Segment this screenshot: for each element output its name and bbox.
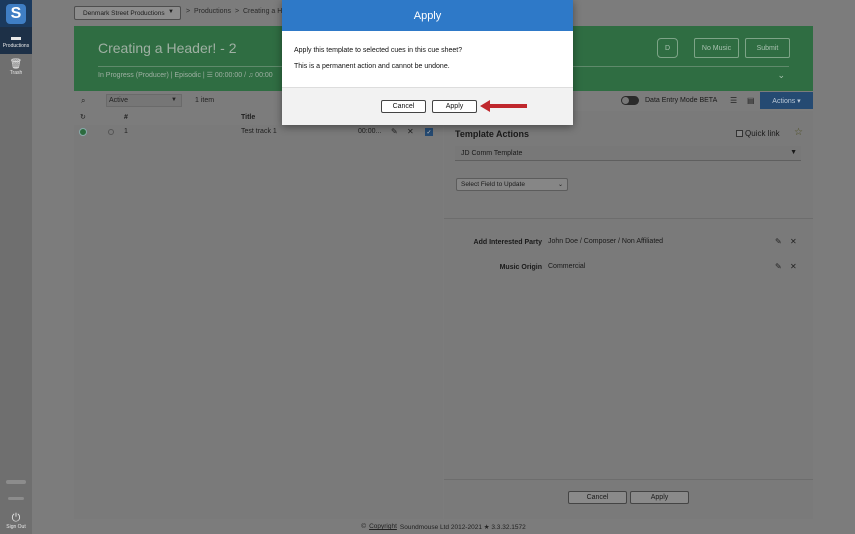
nav-item-label: Trash: [9, 70, 23, 76]
nav-item-label: Productions: [2, 43, 30, 49]
edit-icon[interactable]: ✎: [775, 237, 782, 246]
row-checkbox[interactable]: ✓: [425, 128, 433, 136]
production-select[interactable]: Denmark Street Productions ▼: [74, 6, 181, 20]
column-title[interactable]: Title: [241, 114, 255, 121]
property-label: Music Origin: [499, 264, 542, 271]
row-number: 1: [124, 128, 128, 135]
folder-icon: ▬: [11, 32, 21, 43]
caret-down-icon: ▼: [168, 9, 174, 15]
dialog-title: Apply: [282, 0, 573, 31]
status-dot: [79, 128, 87, 136]
panel-divider: [444, 479, 813, 480]
sign-out-label: Sign Out: [6, 524, 26, 530]
nav-item-productions[interactable]: ▬ Productions: [0, 27, 32, 54]
field-select[interactable]: Select Field to Update ⌄: [456, 178, 568, 191]
panel-apply-button[interactable]: Apply: [630, 491, 689, 504]
template-select[interactable]: JD Comm Template ▼: [455, 146, 801, 161]
star-icon[interactable]: ☆: [794, 127, 803, 138]
apply-dialog: Apply Apply this template to selected cu…: [282, 0, 573, 125]
data-entry-mode-toggle[interactable]: [621, 96, 639, 105]
nav-item-trash[interactable]: 🗑 Trash: [0, 54, 32, 81]
dialog-footer: Cancel Apply: [282, 87, 573, 125]
dialog-body: Apply this template to selected cues in …: [282, 31, 573, 87]
close-icon[interactable]: ✕: [790, 262, 797, 271]
footer-text: Soundmouse Ltd 2012-2021 ★ 3.3.32.1572: [399, 523, 526, 531]
left-nav: S ▬ Productions 🗑 Trash ⏻ Sign Out: [0, 0, 32, 534]
app-logo[interactable]: S: [0, 0, 32, 27]
quick-link-checkbox[interactable]: Quick link: [736, 129, 780, 138]
breadcrumb-separator: >: [235, 8, 240, 15]
panel-divider: [444, 218, 813, 219]
status-select-value: Active: [109, 97, 129, 104]
production-select-value: Denmark Street Productions: [83, 9, 165, 17]
grid-view-icon[interactable]: ▤: [747, 96, 755, 105]
close-icon[interactable]: ✕: [790, 237, 797, 246]
breadcrumb-separator: >: [186, 8, 191, 15]
caret-down-icon: ▼: [790, 149, 797, 156]
property-value: John Doe / Composer / Non Affiliated: [548, 238, 664, 245]
actions-button[interactable]: Actions ▾: [760, 92, 813, 109]
chevron-down-icon: ⌄: [557, 182, 563, 188]
checkbox-box[interactable]: [736, 130, 743, 137]
footer: © Copyright Soundmouse Ltd 2012-2021 ★ 3…: [32, 519, 855, 534]
row-duration: 00:00...: [358, 128, 382, 135]
item-count: 1 item: [195, 97, 215, 104]
copyright-symbol: ©: [361, 523, 367, 530]
edit-icon[interactable]: ✎: [775, 262, 782, 271]
panel-cancel-button[interactable]: Cancel: [568, 491, 627, 504]
dialog-cancel-button[interactable]: Cancel: [381, 100, 426, 113]
header-meta: In Progress (Producer) | Episodic | ☰ 00…: [98, 72, 273, 79]
table-row[interactable]: 1 Test track 1 00:00... ✎ ✕ ✓: [74, 125, 443, 139]
search-icon[interactable]: ⌕: [81, 96, 85, 106]
close-icon[interactable]: ✕: [407, 127, 414, 136]
property-value: Commercial: [548, 263, 586, 270]
power-icon: ⏻: [11, 512, 21, 524]
submit-button[interactable]: Submit: [745, 38, 790, 58]
caret-down-icon: ▼: [171, 97, 177, 103]
blurred-user-detail: [8, 497, 24, 500]
field-select-value: Select Field to Update: [461, 181, 525, 188]
panel-title: Template Actions: [455, 129, 530, 139]
row-radio[interactable]: [108, 129, 114, 135]
chevron-double-down-icon[interactable]: ⌄: [777, 70, 785, 81]
dialog-message: Apply this template to selected cues in …: [294, 47, 463, 54]
column-number[interactable]: #: [124, 114, 128, 121]
copyright-link[interactable]: Copyright: [369, 523, 397, 530]
logo-icon: S: [6, 3, 26, 24]
quick-link-label: Quick link: [745, 129, 780, 138]
sign-out-button[interactable]: ⏻ Sign Out: [0, 512, 32, 530]
d-button[interactable]: D: [657, 38, 678, 58]
breadcrumb-current: Creating a H: [243, 8, 283, 15]
trash-icon: 🗑: [9, 59, 23, 70]
breadcrumb-productions[interactable]: Productions: [194, 8, 231, 15]
red-arrow-annotation: [480, 100, 527, 112]
no-music-button[interactable]: No Music: [694, 38, 739, 58]
property-label: Add Interested Party: [473, 239, 542, 246]
dialog-warning: This is a permanent action and cannot be…: [294, 63, 450, 70]
status-select[interactable]: Active ▼: [106, 94, 182, 107]
blurred-user-name: [6, 480, 26, 484]
page-title: Creating a Header! - 2: [98, 40, 237, 56]
edit-icon[interactable]: ✎: [391, 127, 398, 136]
refresh-icon[interactable]: ↻: [80, 113, 86, 121]
data-entry-mode-label: Data Entry Mode BETA: [645, 97, 718, 104]
list-view-icon[interactable]: ☰: [730, 96, 737, 105]
cue-list-area: [74, 139, 443, 519]
dialog-apply-button[interactable]: Apply: [432, 100, 477, 113]
row-title: Test track 1: [241, 128, 277, 135]
template-actions-panel: Template Actions Quick link ☆ JD Comm Te…: [444, 111, 813, 519]
template-select-value: JD Comm Template: [461, 149, 523, 157]
